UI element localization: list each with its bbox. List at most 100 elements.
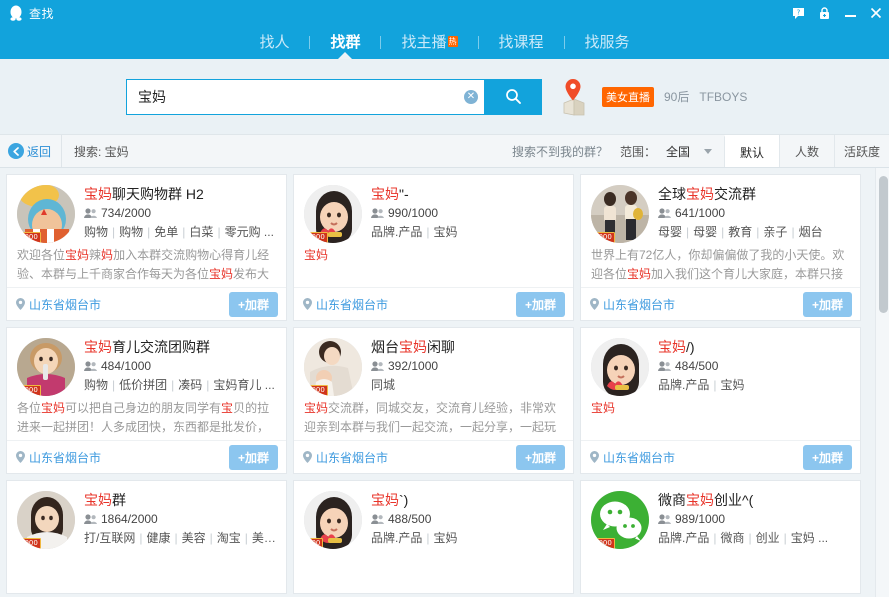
group-tag[interactable]: 白菜	[189, 225, 213, 239]
close-button[interactable]	[863, 0, 889, 26]
group-card[interactable]: 宝妈/)484/500品牌.产品|宝妈宝妈山东省烟台市+加群	[580, 327, 861, 474]
group-tag[interactable]: 品牌.产品	[658, 378, 709, 392]
group-title[interactable]: 全球宝妈交流群	[658, 185, 850, 203]
group-card[interactable]: 2000宝妈群1864/2000打/互联网|健康|美容|淘宝|美额 ...	[6, 480, 287, 594]
group-card[interactable]: 1000宝妈"-990/1000品牌.产品|宝妈宝妈山东省烟台市+加群	[293, 174, 574, 321]
capacity-badge: 1000	[591, 232, 615, 243]
join-group-button[interactable]: +加群	[516, 445, 565, 470]
group-tag[interactable]: 购物	[84, 378, 108, 392]
group-location[interactable]: 山东省烟台市	[16, 296, 101, 313]
group-tag[interactable]: 亲子	[763, 225, 787, 239]
sort-tab-activity[interactable]: 活跃度	[834, 135, 889, 167]
join-group-button[interactable]: +加群	[803, 445, 852, 470]
avatar[interactable]: 2000	[17, 185, 75, 243]
desc-text: 可以把自己身边的朋友同学有	[65, 401, 221, 415]
group-tag[interactable]: 教育	[728, 225, 752, 239]
avatar[interactable]: 1000	[304, 338, 362, 396]
back-label: 返回	[27, 143, 51, 160]
nav-item-find-anchors[interactable]: 找主播热	[381, 26, 477, 59]
group-card[interactable]: 1000宝妈育儿交流团购群484/1000购物|低价拼团|凑码|宝妈育儿 ...…	[6, 327, 287, 474]
join-group-button[interactable]: +加群	[803, 292, 852, 317]
group-tag[interactable]: 母婴	[693, 225, 717, 239]
group-tag[interactable]: 宝妈	[433, 225, 457, 239]
minimize-button[interactable]	[837, 0, 863, 26]
group-tag[interactable]: 打/互联网	[84, 531, 135, 545]
avatar[interactable]: 500	[304, 491, 362, 549]
group-tag[interactable]: 母婴	[658, 225, 682, 239]
group-card[interactable]: 1000微商宝妈创业^(989/1000品牌.产品|微商|创业|宝妈 ...	[580, 480, 861, 594]
group-tag[interactable]: 品牌.产品	[371, 531, 422, 545]
group-title[interactable]: 宝妈聊天购物群 H2	[84, 185, 276, 203]
svg-text:?: ?	[796, 8, 800, 16]
group-tag[interactable]: 创业	[756, 531, 780, 545]
hot-word-1[interactable]: TFBOYS	[699, 90, 747, 104]
group-title[interactable]: 宝妈`)	[371, 491, 563, 509]
group-title[interactable]: 宝妈群	[84, 491, 276, 509]
avatar[interactable]: 2000	[17, 491, 75, 549]
nav-item-find-people[interactable]: 找人	[239, 26, 309, 59]
group-tag[interactable]: 购物	[84, 225, 108, 239]
hot-tag-live[interactable]: 美女直播	[602, 87, 654, 107]
group-title[interactable]: 宝妈"-	[371, 185, 563, 203]
avatar[interactable]: 1000	[17, 338, 75, 396]
group-tag[interactable]: 购物	[119, 225, 143, 239]
group-tag[interactable]: 同城	[371, 378, 395, 392]
group-tag[interactable]: 烟台	[799, 225, 823, 239]
group-title[interactable]: 宝妈/)	[658, 338, 850, 356]
group-location[interactable]: 山东省烟台市	[590, 296, 675, 313]
avatar[interactable]: 1000	[304, 185, 362, 243]
back-button[interactable]: 返回	[0, 135, 62, 167]
group-tag[interactable]: 免单	[154, 225, 178, 239]
group-card[interactable]: 2000宝妈聊天购物群 H2734/2000购物|购物|免单|白菜|零元购 ..…	[6, 174, 287, 321]
hot-word-0[interactable]: 90后	[664, 88, 689, 105]
nav-item-find-courses[interactable]: 找课程	[479, 26, 564, 59]
results-scrollbar[interactable]	[875, 168, 889, 597]
group-location[interactable]: 山东省烟台市	[303, 449, 388, 466]
avatar[interactable]	[591, 338, 649, 396]
group-tag[interactable]: 宝妈	[791, 531, 815, 545]
group-tag[interactable]: 淘宝	[217, 531, 241, 545]
join-group-button[interactable]: +加群	[229, 292, 278, 317]
group-tag[interactable]: 宝妈	[720, 378, 744, 392]
lock-icon[interactable]	[811, 0, 837, 26]
group-card[interactable]: 1000烟台宝妈闲聊392/1000同城宝妈交流群，同城交友，交流育儿经验，非常…	[293, 327, 574, 474]
group-location[interactable]: 山东省烟台市	[16, 449, 101, 466]
clear-circle-icon[interactable]: ✕	[464, 90, 478, 104]
group-tag[interactable]: 品牌.产品	[658, 531, 709, 545]
group-tag[interactable]: 低价拼团	[119, 378, 167, 392]
nav-item-find-groups[interactable]: 找群	[310, 26, 380, 59]
nav-item-find-services[interactable]: 找服务	[565, 26, 650, 59]
search-button[interactable]	[484, 79, 542, 115]
scrollbar-thumb[interactable]	[879, 176, 888, 313]
group-tag[interactable]: 健康	[146, 531, 170, 545]
join-group-button[interactable]: +加群	[229, 445, 278, 470]
group-location[interactable]: 山东省烟台市	[590, 449, 675, 466]
card-footer: 山东省烟台市 +加群	[7, 440, 286, 473]
member-count: 1864/2000	[84, 512, 276, 526]
search-input-container[interactable]: ✕	[126, 79, 484, 115]
group-tag[interactable]: 微商	[720, 531, 744, 545]
cannot-find-group-link[interactable]: 搜索不到我的群？	[504, 135, 616, 167]
group-tag[interactable]: 零元购	[225, 225, 261, 239]
group-card[interactable]: 500宝妈`)488/500品牌.产品|宝妈	[293, 480, 574, 594]
sort-tab-default[interactable]: 默认	[724, 135, 779, 167]
group-tag[interactable]: 宝妈	[433, 531, 457, 545]
member-count: 484/500	[658, 359, 850, 373]
group-tag[interactable]: 美容	[182, 531, 206, 545]
group-tag[interactable]: 宝妈育儿	[213, 378, 261, 392]
group-title[interactable]: 烟台宝妈闲聊	[371, 338, 563, 356]
scope-selector[interactable]: 范围： 全国	[616, 135, 724, 167]
group-tag[interactable]: 品牌.产品	[371, 225, 422, 239]
avatar[interactable]: 1000	[591, 491, 649, 549]
group-card[interactable]: 1000全球宝妈交流群641/1000母婴|母婴|教育|亲子|烟台世界上有72亿…	[580, 174, 861, 321]
group-title[interactable]: 宝妈育儿交流团购群	[84, 338, 276, 356]
feedback-icon[interactable]: ?	[785, 0, 811, 26]
search-input[interactable]	[138, 89, 464, 105]
group-tag[interactable]: 凑码	[178, 378, 202, 392]
group-title[interactable]: 微商宝妈创业^(	[658, 491, 850, 509]
sort-tab-member-count[interactable]: 人数	[779, 135, 834, 167]
join-group-button[interactable]: +加群	[516, 292, 565, 317]
group-location[interactable]: 山东省烟台市	[303, 296, 388, 313]
avatar[interactable]: 1000	[591, 185, 649, 243]
group-tag[interactable]: 美额	[252, 531, 276, 545]
